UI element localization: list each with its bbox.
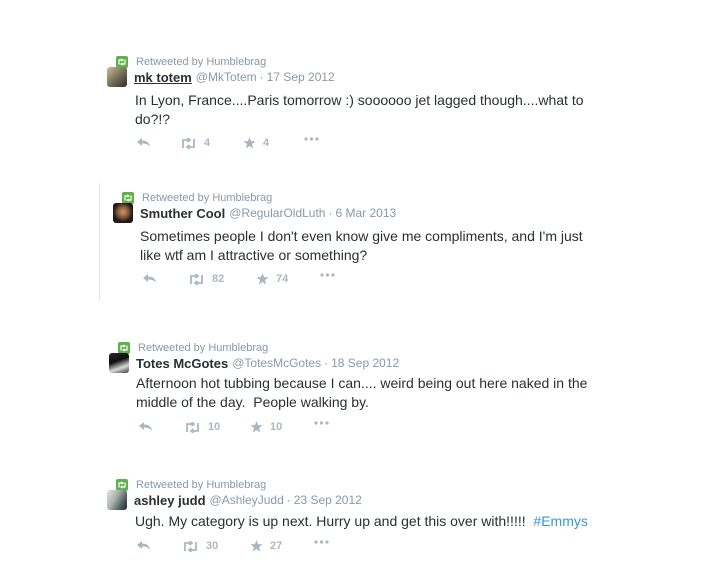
avatar[interactable] <box>107 67 127 87</box>
retweet-icon <box>182 137 195 149</box>
retweeted-by-label: Retweeted by Humblebrag <box>142 192 273 204</box>
tweet-text-line: Ugh. My category is up next. Hurry up an… <box>135 513 526 529</box>
reply-button[interactable] <box>138 421 153 432</box>
retweet-icon <box>184 540 197 552</box>
more-icon <box>320 273 335 277</box>
reply-icon <box>137 541 150 550</box>
meta-separator: · <box>259 70 264 84</box>
retweet-button[interactable]: 82 <box>188 273 224 285</box>
star-icon <box>256 273 269 285</box>
retweeted-by-label: Retweeted by Humblebrag <box>136 56 267 68</box>
reply-icon <box>137 138 150 147</box>
favorite-button[interactable]: 10 <box>250 421 282 433</box>
retweet-button[interactable]: 10 <box>184 421 220 433</box>
tweet-header: Totes McGotes @TotesMcGotes · 18 Sep 201… <box>109 353 399 373</box>
tweet-text: Ugh. My category is up next. Hurry up an… <box>135 512 588 531</box>
tweet-text-line: In Lyon, France....Paris tomorrow :) soo… <box>135 92 584 108</box>
user-handle[interactable]: @MkTotem <box>196 70 257 84</box>
tweet-text: Afternoon hot tubbing because I can.... … <box>136 374 587 412</box>
more-button[interactable] <box>314 421 329 425</box>
retweet-count: 30 <box>206 540 219 552</box>
reply-button[interactable] <box>142 273 157 284</box>
retweet-button[interactable]: 4 <box>180 137 210 149</box>
tweet: Retweeted by Humblebrag Totes McGotes @T… <box>109 341 638 441</box>
meta-separator: · <box>328 206 333 220</box>
tweet-text-line: middle of the day. People walking by. <box>136 394 369 410</box>
favorite-button[interactable]: 4 <box>243 137 269 149</box>
favorite-count: 74 <box>276 273 289 285</box>
tweet-text: In Lyon, France....Paris tomorrow :) soo… <box>135 91 584 129</box>
retweet-context: Retweeted by Humblebrag <box>116 55 266 69</box>
star-icon <box>243 137 256 149</box>
tweet-text: Sometimes people I don't even know give … <box>140 227 583 265</box>
retweet-button[interactable]: 30 <box>182 540 218 552</box>
retweeted-by-label: Retweeted by Humblebrag <box>138 342 269 354</box>
more-icon <box>314 540 329 544</box>
tweet-text-line: Afternoon hot tubbing because I can.... … <box>136 375 588 391</box>
user-handle[interactable]: @AshleyJudd <box>210 493 284 507</box>
retweet-icon <box>190 273 203 285</box>
tweet-date[interactable]: 6 Mar 2013 <box>335 206 396 220</box>
reply-button[interactable] <box>136 137 151 148</box>
tweet: Retweeted by Humblebrag ashley judd @Ash… <box>107 478 636 568</box>
user-name[interactable]: ashley judd <box>134 493 206 508</box>
tweet-text-line: Sometimes people I don't even know give … <box>140 228 583 244</box>
tweet-date[interactable]: 17 Sep 2012 <box>267 70 335 84</box>
reply-icon <box>143 274 156 283</box>
favorite-count: 27 <box>270 540 283 552</box>
avatar[interactable] <box>107 490 127 510</box>
reply-icon <box>139 422 152 431</box>
tweet-date[interactable]: 18 Sep 2012 <box>331 356 399 370</box>
retweet-count: 4 <box>204 137 211 149</box>
retweeted-by-label: Retweeted by Humblebrag <box>136 479 267 491</box>
tweet-text-line: like wtf am I attractive or something? <box>140 247 368 263</box>
favorite-count: 10 <box>270 421 283 433</box>
tweet-text-line: do?!? <box>135 111 171 127</box>
retweet-context: Retweeted by Humblebrag <box>116 478 266 492</box>
more-icon <box>304 137 319 141</box>
more-icon <box>314 421 329 425</box>
favorite-button[interactable]: 74 <box>256 273 288 285</box>
user-handle[interactable]: @TotesMcGotes <box>232 356 321 370</box>
more-button[interactable] <box>304 137 319 141</box>
avatar[interactable] <box>109 353 129 373</box>
tweet-date[interactable]: 23 Sep 2012 <box>294 493 362 507</box>
tweet-header: Smuther Cool @RegularOldLuth · 6 Mar 201… <box>113 203 396 223</box>
user-handle[interactable]: @RegularOldLuth <box>229 206 325 220</box>
more-button[interactable] <box>314 540 329 544</box>
tweet: Retweeted by Humblebrag mk totem @MkTote… <box>107 55 616 155</box>
avatar[interactable] <box>113 203 133 223</box>
user-name[interactable]: Totes McGotes <box>136 356 228 371</box>
reply-button[interactable] <box>136 540 151 551</box>
more-button[interactable] <box>320 273 335 277</box>
retweet-context: Retweeted by Humblebrag <box>122 191 272 205</box>
retweet-icon <box>186 421 199 433</box>
retweet-context: Retweeted by Humblebrag <box>118 341 268 355</box>
user-name[interactable]: mk totem <box>134 70 192 85</box>
star-icon <box>250 421 263 433</box>
tweet-header: mk totem @MkTotem · 17 Sep 2012 <box>107 67 335 87</box>
meta-separator: · <box>286 493 291 507</box>
retweet-count: 82 <box>212 273 225 285</box>
retweet-count: 10 <box>208 421 221 433</box>
timeline-divider <box>99 183 100 301</box>
favorite-count: 4 <box>263 137 270 149</box>
favorite-button[interactable]: 27 <box>250 540 282 552</box>
tweet-header: ashley judd @AshleyJudd · 23 Sep 2012 <box>107 490 362 510</box>
user-name[interactable]: Smuther Cool <box>140 206 225 221</box>
meta-separator: · <box>324 356 329 370</box>
star-icon <box>250 540 263 552</box>
tweet: Retweeted by Humblebrag Smuther Cool @Re… <box>113 191 642 291</box>
hashtag-link[interactable]: #Emmys <box>533 513 587 529</box>
